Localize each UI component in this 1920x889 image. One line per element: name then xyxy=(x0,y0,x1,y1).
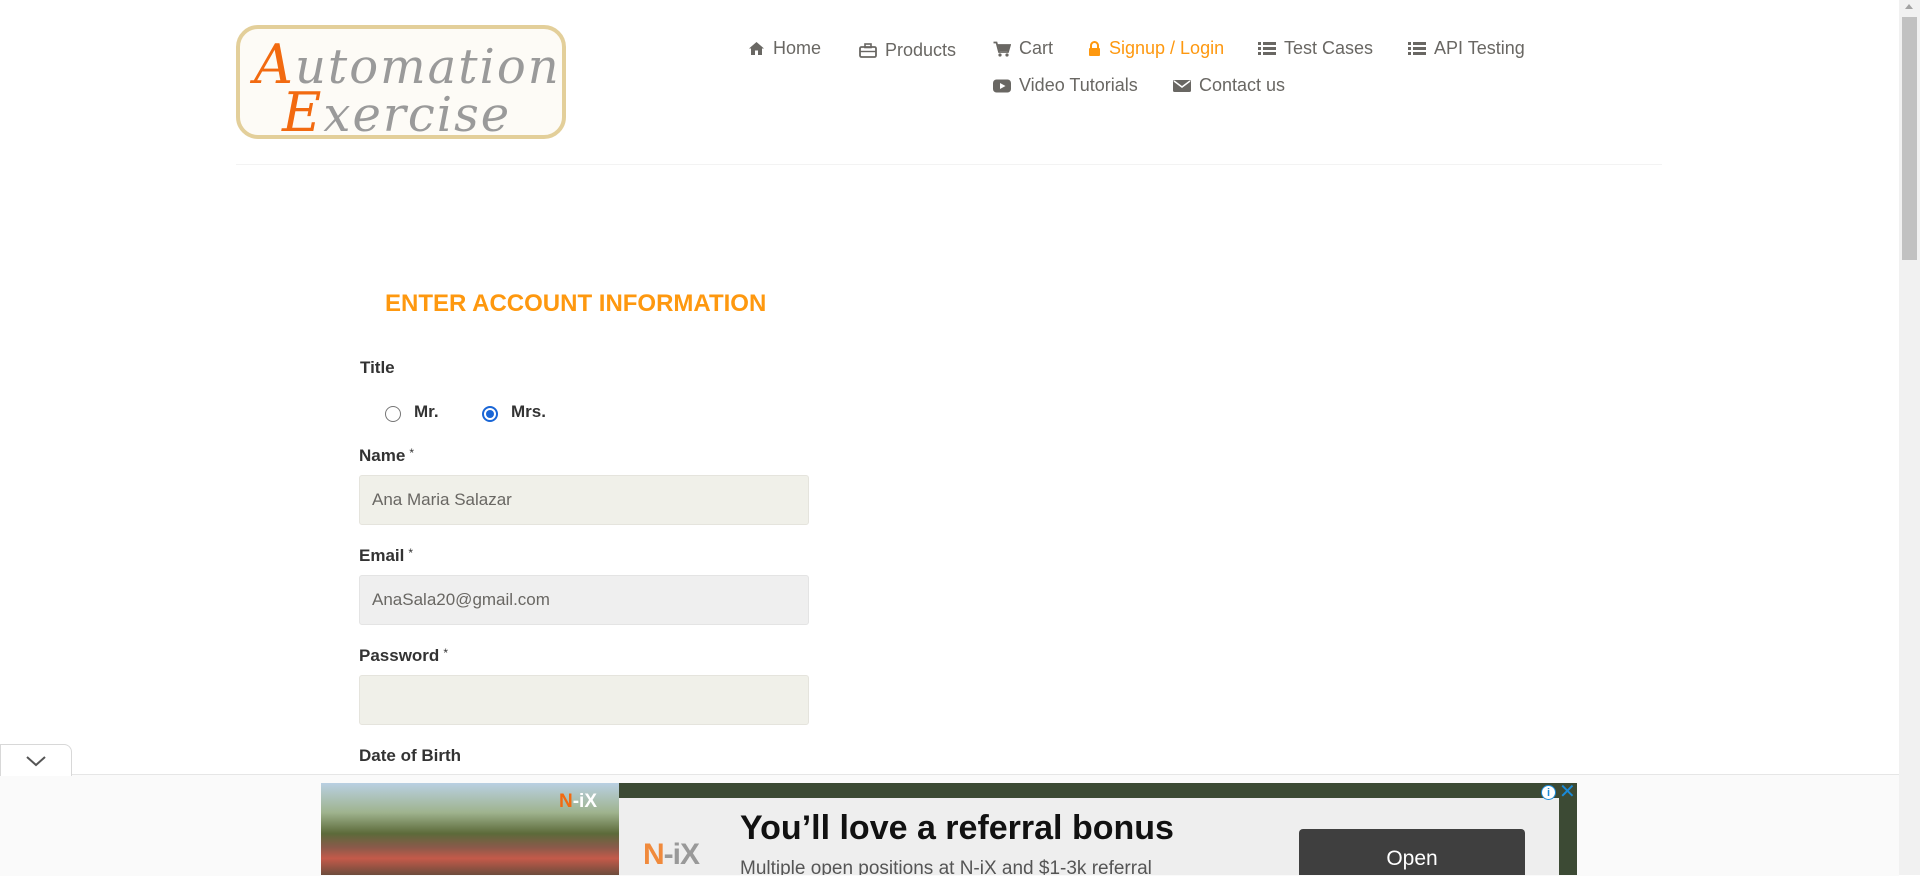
list-icon xyxy=(1258,42,1276,55)
envelope-icon xyxy=(1173,79,1191,92)
nav-signup-login[interactable]: Signup / Login xyxy=(1088,38,1224,59)
name-input[interactable]: Ana Maria Salazar xyxy=(359,475,809,525)
ad-open-button[interactable]: Open xyxy=(1299,829,1525,875)
lock-icon xyxy=(1089,40,1100,56)
site-logo[interactable]: Automation Exercise xyxy=(236,25,566,144)
email-input[interactable]: AnaSala20@gmail.com xyxy=(359,575,809,625)
header-divider xyxy=(236,164,1662,165)
nav-products[interactable]: Products xyxy=(859,40,956,61)
password-label: Password * xyxy=(359,646,448,665)
nav-cart[interactable]: Cart xyxy=(993,38,1053,59)
required-mark: * xyxy=(443,646,448,660)
title-mrs-label[interactable]: Mrs. xyxy=(511,402,546,422)
nav-test-cases-label: Test Cases xyxy=(1284,38,1374,58)
nav-cart-label: Cart xyxy=(1019,38,1054,58)
page-scrollbar[interactable] xyxy=(1899,0,1920,875)
ad-card-logo: N-iX xyxy=(643,838,700,871)
nav-signup-login-label: Signup / Login xyxy=(1109,38,1225,58)
title-mr-label[interactable]: Mr. xyxy=(414,402,439,422)
title-label: Title xyxy=(360,358,395,377)
nav-home[interactable]: Home xyxy=(748,38,821,59)
briefcase-icon xyxy=(859,43,877,58)
ad-collapse-toggle[interactable] xyxy=(0,744,72,776)
nav-contact-us-label: Contact us xyxy=(1199,75,1286,95)
nav-api-testing-label: API Testing xyxy=(1434,38,1525,58)
ad-subtitle: Multiple open positions at N-iX and $1-3… xyxy=(740,858,1152,875)
dob-label: Date of Birth xyxy=(359,746,461,765)
nav-products-label: Products xyxy=(885,40,957,60)
title-mrs-radio[interactable] xyxy=(482,406,498,422)
nav-api-testing[interactable]: API Testing xyxy=(1408,38,1525,59)
home-icon xyxy=(749,42,764,55)
logo-line-2: Exercise xyxy=(282,81,512,144)
scroll-up-arrow-icon[interactable] xyxy=(1905,4,1913,9)
list-icon xyxy=(1408,42,1426,55)
nav-video-tutorials[interactable]: Video Tutorials xyxy=(993,75,1138,96)
ad-photo-logo: N-iX xyxy=(559,791,598,812)
nav-contact-us[interactable]: Contact us xyxy=(1173,75,1285,96)
nav-video-tutorials-label: Video Tutorials xyxy=(1019,75,1138,95)
password-input[interactable] xyxy=(359,675,809,725)
nav-test-cases[interactable]: Test Cases xyxy=(1258,38,1373,59)
ad-close-icon[interactable]: ✕ xyxy=(1559,782,1576,802)
nav-home-label: Home xyxy=(773,38,822,58)
required-mark: * xyxy=(408,546,414,560)
youtube-play-icon xyxy=(993,79,1011,92)
ad-info-icon[interactable]: i xyxy=(1541,785,1556,800)
required-mark: * xyxy=(409,446,414,460)
chevron-down-icon xyxy=(26,756,46,767)
cart-icon xyxy=(993,41,1011,57)
form-heading: ENTER ACCOUNT INFORMATION xyxy=(385,290,767,317)
email-label: Email * xyxy=(359,546,414,565)
title-mr-radio[interactable] xyxy=(385,406,401,422)
scrollbar-thumb[interactable] xyxy=(1902,17,1917,260)
name-label: Name * xyxy=(359,446,414,465)
ad-photo: N-iX xyxy=(321,783,619,875)
ad-title: You’ll love a referral bonus xyxy=(740,809,1174,847)
